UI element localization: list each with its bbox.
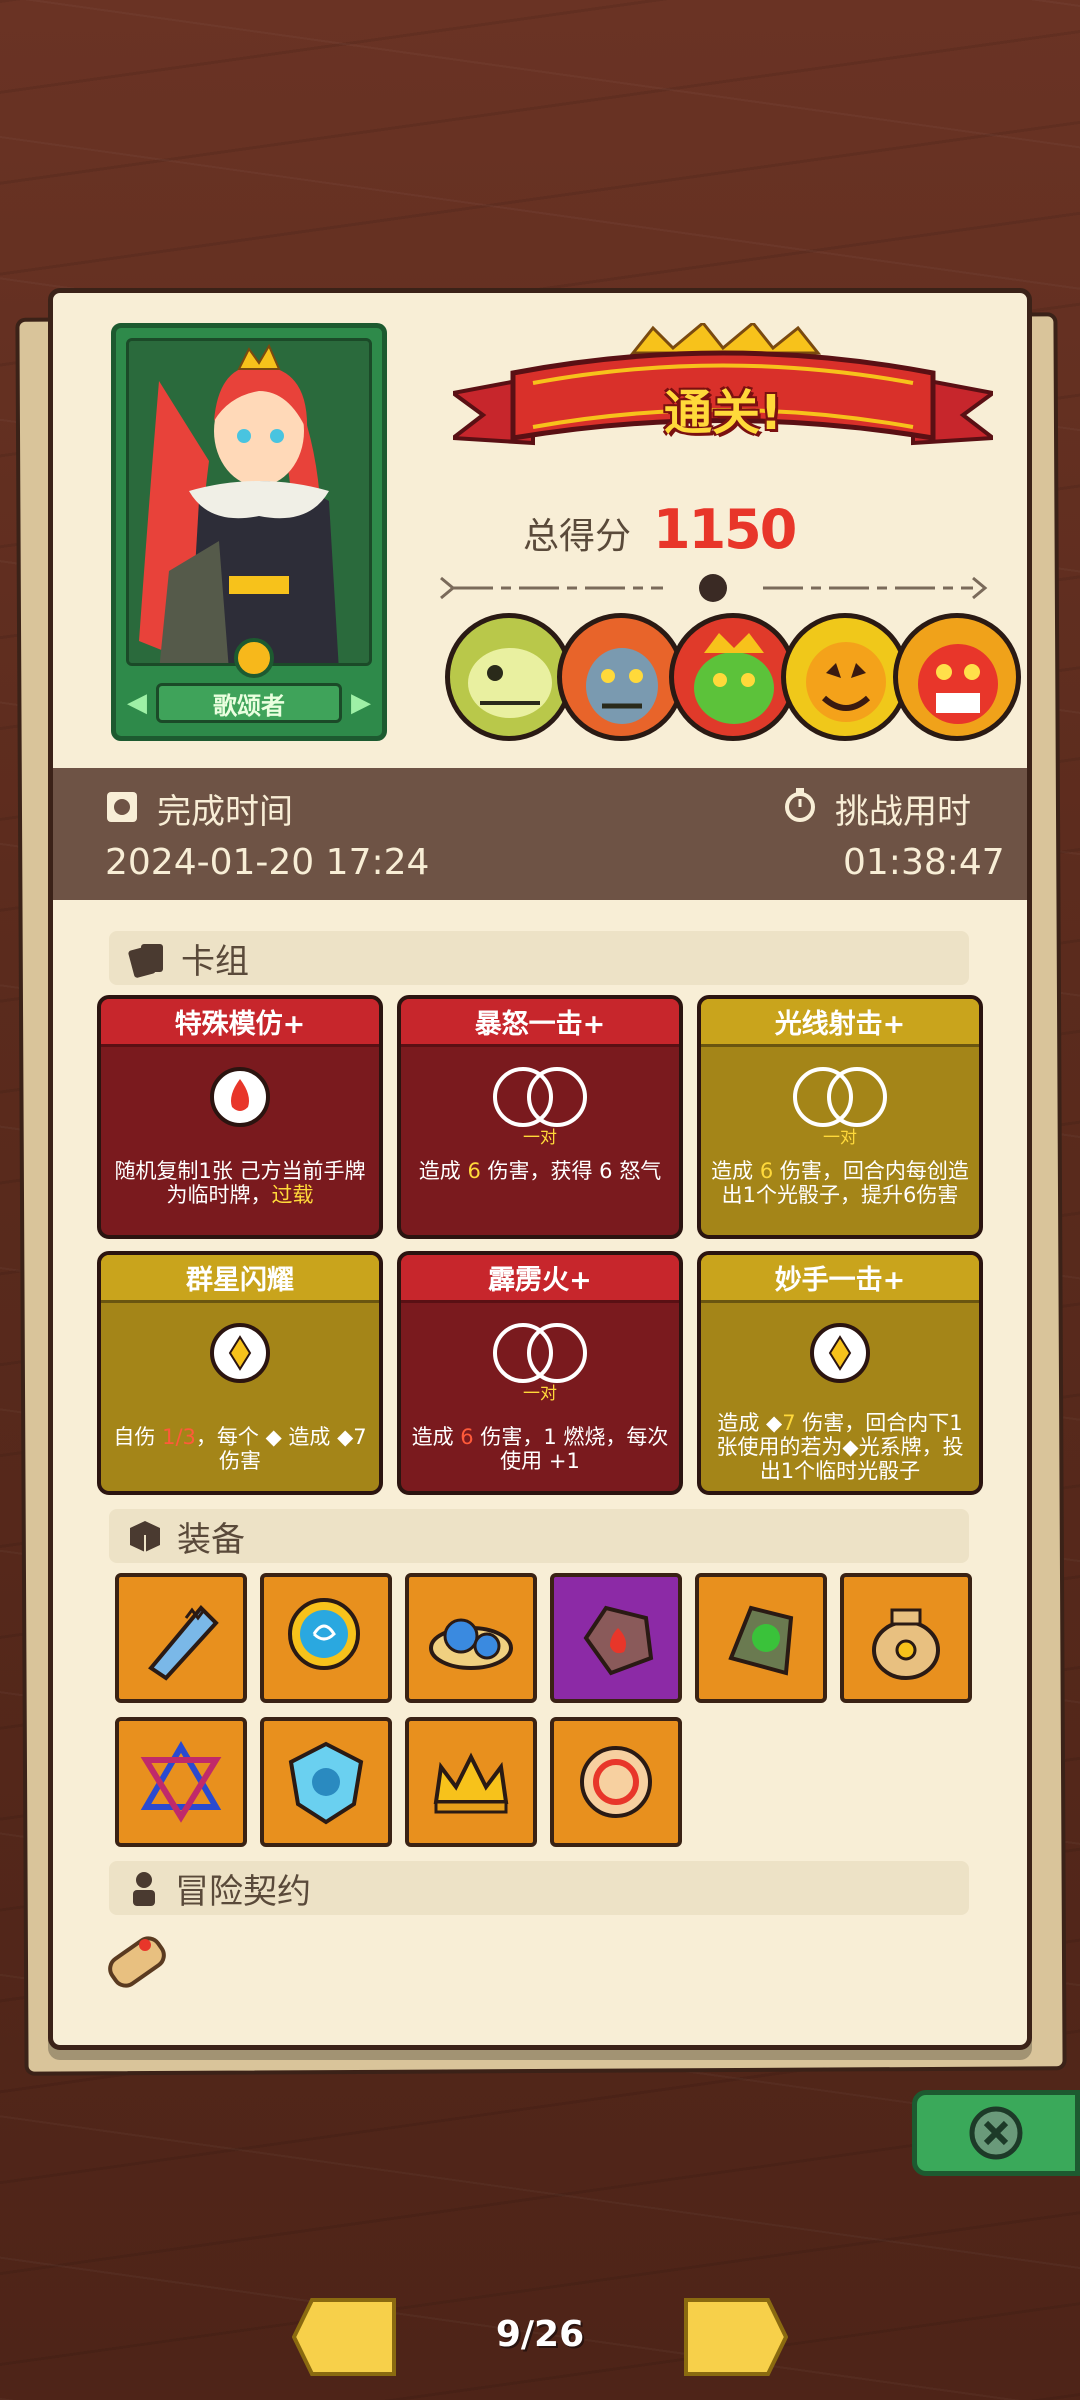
stopwatch-icon bbox=[785, 788, 815, 822]
hero-name: 歌颂者 bbox=[156, 683, 342, 723]
hero-next-arrow-icon[interactable]: ▶ bbox=[348, 683, 374, 723]
challenge-time-value: 01:38:47 bbox=[843, 842, 1005, 883]
result-panel: ◀ 歌颂者 ▶ 通关! 总得分 1150 完成时间 2024-01-20 17:… bbox=[48, 288, 1032, 2050]
scroll-icon[interactable] bbox=[99, 1923, 179, 2007]
prev-page-icon[interactable] bbox=[292, 2296, 398, 2378]
seal-icon bbox=[234, 638, 274, 678]
pair-dice-icon bbox=[401, 1321, 679, 1385]
hero-portrait[interactable]: ◀ 歌颂者 ▶ bbox=[111, 323, 387, 741]
box-icon bbox=[130, 1521, 160, 1552]
page-indicator: 9/26 bbox=[495, 2314, 585, 2355]
fire-element-icon bbox=[101, 1065, 379, 1129]
hero-name-bar: ◀ 歌颂者 ▶ bbox=[124, 678, 374, 728]
card-title: 光线射击+ bbox=[701, 999, 979, 1047]
equip-blue-gems-icon[interactable] bbox=[405, 1573, 537, 1703]
hero-art bbox=[126, 338, 372, 666]
boss-fire-demon-icon[interactable] bbox=[893, 613, 1021, 741]
card-rage-strike[interactable]: 暴怒一击+ 一对 造成 6 伤害，获得 6 怒气 bbox=[397, 995, 683, 1239]
card-tag: 一对 bbox=[523, 1128, 557, 1148]
complete-time-value: 2024-01-20 17:24 bbox=[105, 842, 430, 883]
card-title: 特殊模仿+ bbox=[101, 999, 379, 1047]
cards-icon bbox=[128, 944, 163, 978]
hero-prev-arrow-icon[interactable]: ◀ bbox=[124, 683, 150, 723]
boss-troll-icon[interactable] bbox=[557, 613, 685, 741]
light-element-icon bbox=[101, 1321, 379, 1385]
victory-title: 通关! bbox=[664, 385, 782, 441]
light-element-icon bbox=[701, 1321, 979, 1385]
card-tag: 一对 bbox=[523, 1384, 557, 1404]
card-description: 造成 6 伤害，1 燃烧，每次使用 +1 bbox=[411, 1425, 669, 1473]
equip-fire-stone-icon[interactable] bbox=[550, 1573, 682, 1703]
defeated-bosses bbox=[445, 613, 1021, 743]
boss-skeleton-dino-icon[interactable] bbox=[445, 613, 573, 741]
close-icon bbox=[969, 2106, 1023, 2160]
equip-treasure-bag-icon[interactable] bbox=[840, 1573, 972, 1703]
equip-ring-icon[interactable] bbox=[550, 1717, 682, 1847]
equip-moss-stone-icon[interactable] bbox=[695, 1573, 827, 1703]
deck-section-header: 卡组 bbox=[109, 931, 969, 985]
victory-banner: 通关! bbox=[447, 320, 999, 473]
card-light-shot[interactable]: 光线射击+ 一对 造成 6 伤害，回合内每创造出1个光骰子，提升6伤害 bbox=[697, 995, 983, 1239]
challenge-time-label: 挑战用时 bbox=[835, 792, 971, 832]
equip-sawblade-bottle-icon[interactable] bbox=[115, 1573, 247, 1703]
contract-title: 冒险契约 bbox=[175, 1871, 311, 1912]
seal-icon bbox=[133, 1872, 155, 1906]
pair-dice-icon bbox=[401, 1065, 679, 1129]
stamp-icon bbox=[107, 792, 137, 822]
score-label: 总得分 bbox=[523, 516, 632, 557]
boss-goblin-king-icon[interactable] bbox=[669, 613, 797, 741]
card-title: 妙手一击+ bbox=[701, 1255, 979, 1303]
card-deft-strike[interactable]: 妙手一击+ 造成 ◆7 伤害，回合内下1张使用的若为◆光系牌，投出1个临时光骰子 bbox=[697, 1251, 983, 1495]
equip-ice-shield-icon[interactable] bbox=[260, 1717, 392, 1847]
card-thunder-fire[interactable]: 霹雳火+ 一对 造成 6 伤害，1 燃烧，每次使用 +1 bbox=[397, 1251, 683, 1495]
card-description: 造成 6 伤害，回合内每创造出1个光骰子，提升6伤害 bbox=[711, 1159, 969, 1207]
card-tag: 一对 bbox=[823, 1128, 857, 1148]
pair-dice-icon bbox=[701, 1065, 979, 1129]
card-description: 自伤 1/3，每个 ◆ 造成 ◆7 伤害 bbox=[113, 1425, 367, 1473]
boss-divider bbox=[440, 574, 988, 602]
score-value: 1150 bbox=[653, 498, 797, 561]
equip-hexagram-icon[interactable] bbox=[115, 1717, 247, 1847]
contract-section-header: 冒险契约 bbox=[109, 1861, 969, 1915]
equip-water-orb-icon[interactable] bbox=[260, 1573, 392, 1703]
equipment-title: 装备 bbox=[177, 1519, 245, 1560]
close-button[interactable] bbox=[912, 2090, 1080, 2176]
card-title: 暴怒一击+ bbox=[401, 999, 679, 1047]
next-page-icon[interactable] bbox=[682, 2296, 788, 2378]
equip-gold-crown-icon[interactable] bbox=[405, 1717, 537, 1847]
card-description: 造成 6 伤害，获得 6 怒气 bbox=[418, 1159, 662, 1183]
card-description: 随机复制1张 己方当前手牌为临时牌，过载 bbox=[114, 1159, 366, 1207]
card-title: 霹雳火+ bbox=[401, 1255, 679, 1303]
complete-time-label: 完成时间 bbox=[157, 792, 293, 832]
total-score: 总得分 1150 bbox=[523, 498, 923, 561]
card-title: 群星闪耀 bbox=[101, 1255, 379, 1303]
deck-title: 卡组 bbox=[181, 941, 249, 982]
time-info-strip: 完成时间 2024-01-20 17:24 挑战用时 01:38:47 bbox=[53, 768, 1027, 900]
card-starshine[interactable]: 群星闪耀 自伤 1/3，每个 ◆ 造成 ◆7 伤害 bbox=[97, 1251, 383, 1495]
card-description: 造成 ◆7 伤害，回合内下1张使用的若为◆光系牌，投出1个临时光骰子 bbox=[716, 1411, 964, 1483]
boss-pumpkin-icon[interactable] bbox=[781, 613, 909, 741]
card-special-mimic[interactable]: 特殊模仿+ 随机复制1张 己方当前手牌为临时牌，过载 bbox=[97, 995, 383, 1239]
equipment-section-header: 装备 bbox=[109, 1509, 969, 1563]
